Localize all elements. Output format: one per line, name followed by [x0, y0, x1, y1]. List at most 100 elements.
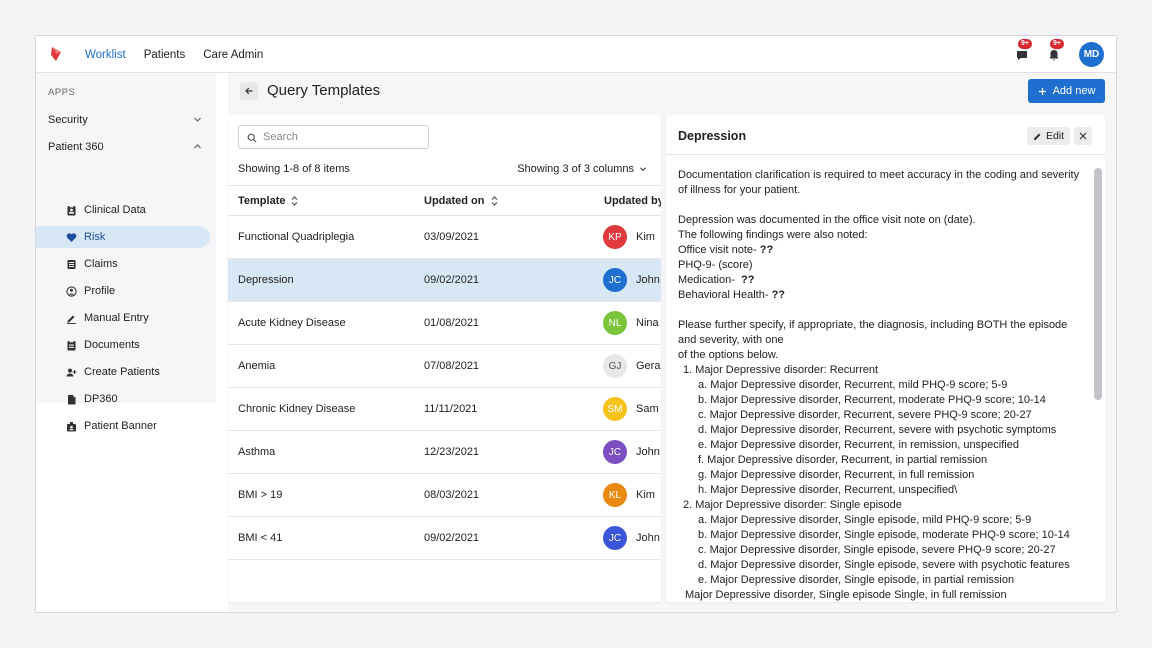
avatar: GJ [603, 354, 627, 378]
table-header: Template Updated on Updated by [228, 185, 661, 216]
bell-badge: 9+ [1050, 38, 1064, 49]
cell-template: Acute Kidney Disease [238, 317, 346, 329]
detail-title: Depression [678, 129, 747, 143]
cell-updated-on: 09/02/2021 [424, 274, 480, 286]
sidebar-item-profile[interactable]: Profile [36, 280, 210, 302]
cell-template: Functional Quadriplegia [238, 231, 355, 243]
search-box [238, 125, 429, 149]
search-input[interactable] [263, 128, 423, 146]
sidebar-group-security[interactable]: Security [36, 107, 216, 133]
sidebar-item-clinical-data[interactable]: Clinical Data [36, 199, 210, 221]
apps-section-label: APPS [48, 87, 76, 98]
app-logo-icon[interactable] [49, 46, 65, 62]
finding-label: PHQ-9- (score) [678, 259, 753, 271]
option-item: e. Major Depressive disorder, Single epi… [698, 574, 1015, 586]
notifications-button[interactable]: 9+ [1047, 38, 1064, 62]
finding-line: Medication- ?? [678, 273, 1083, 288]
top-bar: Worklist Patients Care Admin 9+ 9+ MD [36, 36, 1116, 73]
option-item: a. Major Depressive disorder, Recurrent,… [698, 379, 1008, 391]
cell-updated-on: 07/08/2021 [424, 360, 480, 372]
page-title-bar: Query Templates Add new [228, 73, 1116, 109]
sidebar-item-manual-entry[interactable]: Manual Entry [36, 307, 210, 329]
table-row[interactable]: BMI < 41 09/02/2021 JC John [228, 517, 661, 560]
nav-patients[interactable]: Patients [144, 49, 186, 61]
finding-line: Behavioral Health- ?? [678, 288, 1083, 303]
chevron-down-icon [194, 117, 201, 122]
detail-intro: Documentation clarification is required … [678, 169, 1080, 196]
detail-body: Documentation clarification is required … [678, 168, 1083, 602]
page-title: Query Templates [267, 82, 381, 99]
sidebar-group-label: Patient 360 [48, 141, 104, 153]
finding-line: PHQ-9- (score) [678, 258, 1083, 273]
chevron-up-icon [194, 144, 201, 149]
nav-worklist[interactable]: Worklist [85, 49, 126, 61]
sidebar-item-documents[interactable]: Documents [36, 334, 210, 356]
sidebar-item-risk[interactable]: Risk [36, 226, 210, 248]
cell-template: Asthma [238, 446, 276, 458]
column-header-updated-on[interactable]: Updated on [424, 186, 498, 216]
table-row[interactable]: Chronic Kidney Disease 11/11/2021 SM Sam [228, 388, 661, 431]
cell-updated-by: Gerar [636, 360, 661, 372]
table-row[interactable]: Anemia 07/08/2021 GJ Gerar [228, 345, 661, 388]
avatar: JC [603, 440, 627, 464]
cell-updated-on: 01/08/2021 [424, 317, 480, 329]
column-selector-label: Showing 3 of 3 columns [517, 163, 634, 175]
option-item: d. Major Depressive disorder, Single epi… [698, 559, 1070, 571]
sidebar-item-create-patients[interactable]: Create Patients [36, 361, 210, 383]
sidebar-group-patient-360[interactable]: Patient 360 [36, 134, 216, 160]
search-icon [247, 133, 257, 143]
option-item: h. Major Depressive disorder, Recurrent,… [698, 484, 958, 496]
edit-button[interactable]: Edit [1027, 127, 1070, 145]
arrow-left-icon [245, 87, 253, 95]
sort-icon [491, 196, 497, 206]
cell-updated-on: 12/23/2021 [424, 446, 480, 458]
cell-updated-by: Sam [636, 403, 659, 415]
option-item: c. Major Depressive disorder, Recurrent,… [698, 409, 1032, 421]
sidebar-item-dp360[interactable]: DP360 [36, 388, 210, 410]
sidebar: APPS Security Patient 360 Clinical Data … [36, 73, 216, 432]
scrollbar[interactable] [1094, 168, 1102, 400]
table-row[interactable]: BMI > 19 08/03/2021 KL Kim [228, 474, 661, 517]
user-avatar[interactable]: MD [1079, 42, 1104, 67]
close-button[interactable] [1074, 127, 1092, 145]
pen-icon [67, 315, 76, 324]
finding-label: Behavioral Health- [678, 289, 772, 301]
file-icon [68, 394, 76, 404]
column-header-template[interactable]: Template [238, 186, 298, 216]
sidebar-item-patient-banner[interactable]: Patient Banner [36, 415, 210, 437]
add-new-button[interactable]: Add new [1028, 79, 1105, 103]
column-header-updated-by[interactable]: Updated by [604, 186, 661, 216]
table-row[interactable]: Asthma 12/23/2021 JC John [228, 431, 661, 474]
add-new-label: Add new [1052, 85, 1096, 97]
bell-icon [1049, 49, 1059, 60]
table-row[interactable]: Acute Kidney Disease 01/08/2021 NL Nina [228, 302, 661, 345]
options-list: 1. Major Depressive disorder: Recurrent a… [678, 363, 1083, 588]
table-row[interactable]: Depression 09/02/2021 JC John [228, 259, 661, 302]
avatar: JC [603, 526, 627, 550]
cell-template: BMI < 41 [238, 532, 283, 544]
top-icons: 9+ 9+ MD [1015, 36, 1104, 73]
cell-updated-on: 09/02/2021 [424, 532, 480, 544]
sidebar-item-label: Clinical Data [84, 204, 146, 216]
option-heading: 2. Major Depressive disorder: Single epi… [683, 499, 902, 511]
document-icon [67, 339, 76, 350]
sidebar-item-label: Claims [84, 258, 118, 270]
sidebar-group-label: Security [48, 114, 88, 126]
chat-button[interactable]: 9+ [1015, 38, 1032, 62]
cell-updated-by: Kim [636, 489, 655, 501]
option-item: e. Major Depressive disorder, Recurrent,… [698, 439, 1019, 451]
sidebar-item-label: Profile [84, 285, 116, 297]
close-icon [1079, 132, 1087, 140]
finding-label: Office visit note- [678, 244, 760, 256]
detail-documented: Depression was documented in the office … [678, 214, 976, 226]
item-count-text: Showing 1-8 of 8 items [238, 163, 350, 175]
sidebar-item-claims[interactable]: Claims [36, 253, 210, 275]
back-button[interactable] [240, 82, 258, 100]
column-selector[interactable]: Showing 3 of 3 columns [517, 163, 647, 175]
cell-template: Anemia [238, 360, 276, 372]
table-row[interactable]: Functional Quadriplegia 03/09/2021 KP Kim [228, 216, 661, 259]
heart-icon [66, 232, 77, 242]
nav-care-admin[interactable]: Care Admin [203, 49, 263, 61]
finding-value: ?? [740, 274, 755, 286]
finding-line: Office visit note- ?? [678, 243, 1083, 258]
